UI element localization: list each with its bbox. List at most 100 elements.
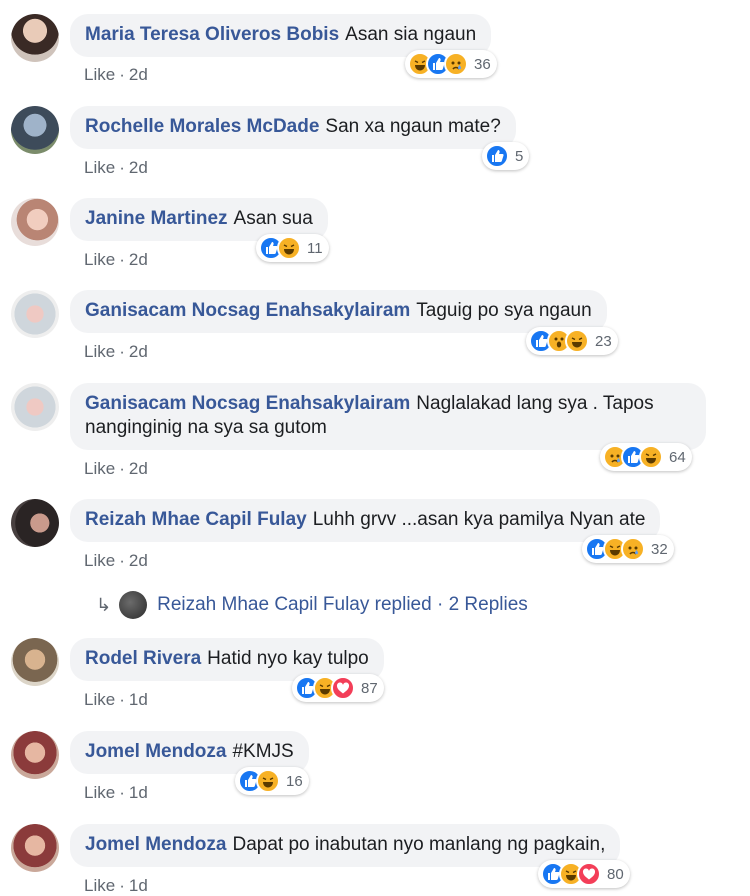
reaction-summary[interactable]: 87 — [292, 674, 384, 702]
replies-count: 2 Replies — [448, 594, 528, 615]
reaction-summary[interactable]: 80 — [538, 860, 630, 888]
comment-meta: Like · 2d — [84, 342, 148, 361]
reply-arrow-icon: ↳ — [96, 594, 112, 615]
reaction-icons — [238, 769, 280, 793]
comment-bubble: Ganisacam Nocsag Enahsakylairam Taguig po… — [70, 290, 607, 333]
timestamp[interactable]: 2d — [129, 65, 148, 84]
comment-author[interactable]: Rochelle Morales McDade — [85, 116, 319, 137]
comment-author[interactable]: Ganisacam Nocsag Enahsakylairam — [85, 300, 410, 321]
reaction-summary[interactable]: 16 — [235, 767, 309, 795]
avatar[interactable] — [11, 638, 59, 686]
sad-icon — [444, 52, 468, 76]
like-link[interactable]: Like — [84, 783, 115, 802]
reaction-icons — [529, 329, 589, 353]
replies-action: replied — [374, 594, 432, 615]
reaction-icons — [295, 676, 355, 700]
comment-text: #KMJS — [232, 741, 294, 762]
like-link[interactable]: Like — [84, 342, 115, 361]
comment-bubble: Rochelle Morales McDade San xa ngaun mate… — [70, 106, 516, 149]
reaction-icons — [541, 862, 601, 886]
comment-text: Hatid nyo kay tulpo — [207, 648, 369, 669]
reaction-summary[interactable]: 64 — [600, 443, 692, 471]
like-link[interactable]: Like — [84, 158, 115, 177]
comment-author[interactable]: Janine Martinez — [85, 208, 228, 229]
timestamp[interactable]: 1d — [129, 690, 148, 709]
comment-meta: Like · 1d — [84, 876, 148, 895]
like-link[interactable]: Like — [84, 690, 115, 709]
reaction-count: 80 — [607, 865, 624, 883]
avatar[interactable] — [11, 499, 59, 547]
reaction-icons — [603, 445, 663, 469]
comment-meta: Like · 2d — [84, 250, 148, 269]
comment-meta: Like · 1d — [84, 690, 148, 709]
reaction-summary[interactable]: 23 — [526, 327, 618, 355]
sad-icon — [621, 537, 645, 561]
reaction-count: 36 — [474, 55, 491, 73]
avatar[interactable] — [11, 14, 59, 62]
comment-author[interactable]: Ganisacam Nocsag Enahsakylairam — [85, 393, 410, 414]
reaction-count: 64 — [669, 448, 686, 466]
avatar[interactable] — [11, 383, 59, 431]
reaction-count: 11 — [307, 239, 323, 257]
comment-meta: Like · 2d — [84, 459, 148, 478]
like-link[interactable]: Like — [84, 459, 115, 478]
reaction-count: 87 — [361, 679, 378, 697]
avatar — [119, 591, 148, 619]
comment-meta: Like · 2d — [84, 65, 148, 84]
comment-text: Asan sia ngaun — [345, 24, 477, 45]
timestamp[interactable]: 2d — [129, 158, 148, 177]
reaction-count: 5 — [515, 147, 524, 165]
comment-author[interactable]: Reizah Mhae Capil Fulay — [85, 509, 307, 530]
comment-meta: Like · 2d — [84, 551, 148, 570]
heart-icon — [577, 862, 601, 886]
replies-separator: · — [436, 594, 444, 615]
reaction-icons — [585, 537, 645, 561]
reaction-summary[interactable]: 5 — [482, 142, 530, 170]
like-link[interactable]: Like — [84, 551, 115, 570]
timestamp[interactable]: 1d — [129, 876, 148, 895]
comment-text: Naglalakad lang sya . Tapos — [416, 393, 654, 414]
haha-icon — [639, 445, 663, 469]
comment-bubble: Jomel Mendoza Dapat po inabutan nyo manla… — [70, 824, 621, 867]
avatar[interactable] — [11, 731, 59, 779]
comment-text-line2: nanginginig na sya sa gutom — [85, 417, 327, 438]
timestamp[interactable]: 2d — [129, 342, 148, 361]
comment-text: Asan sua — [233, 208, 313, 229]
comment-meta: Like · 2d — [84, 158, 148, 177]
reaction-count: 32 — [651, 540, 668, 558]
comment-author[interactable]: Maria Teresa Oliveros Bobis — [85, 24, 339, 45]
heart-icon — [331, 676, 355, 700]
reaction-summary[interactable]: 32 — [582, 535, 674, 563]
reaction-icons — [485, 144, 509, 168]
comment-bubble: Reizah Mhae Capil Fulay Luhh grvv ...asan… — [70, 499, 661, 542]
timestamp[interactable]: 2d — [129, 459, 148, 478]
comment-bubble: Ganisacam Nocsag Enahsakylairam Naglalaka… — [70, 383, 706, 450]
timestamp[interactable]: 1d — [129, 783, 148, 802]
comment-text: Taguig po sya ngaun — [416, 300, 592, 321]
reaction-summary[interactable]: 11 — [256, 234, 329, 262]
reaction-summary[interactable]: 36 — [405, 50, 497, 78]
avatar[interactable] — [11, 106, 59, 154]
avatar[interactable] — [11, 824, 59, 872]
timestamp[interactable]: 2d — [129, 250, 148, 269]
view-replies-link[interactable]: ↳ Reizah Mhae Capil Fulay replied · 2 Re… — [96, 590, 528, 620]
avatar[interactable] — [11, 198, 59, 246]
comment-author[interactable]: Jomel Mendoza — [85, 834, 226, 855]
haha-icon — [256, 769, 280, 793]
reaction-count: 16 — [286, 772, 303, 790]
timestamp[interactable]: 2d — [129, 551, 148, 570]
replies-author: Reizah Mhae Capil Fulay — [157, 594, 370, 615]
like-link[interactable]: Like — [84, 250, 115, 269]
haha-icon — [277, 236, 301, 260]
comment-text: San xa ngaun mate? — [325, 116, 501, 137]
comment-meta: Like · 1d — [84, 783, 148, 802]
reaction-icons — [259, 236, 301, 260]
haha-icon — [565, 329, 589, 353]
comment-author[interactable]: Jomel Mendoza — [85, 741, 226, 762]
like-link[interactable]: Like — [84, 876, 115, 895]
like-link[interactable]: Like — [84, 65, 115, 84]
avatar[interactable] — [11, 290, 59, 338]
like-icon — [485, 144, 509, 168]
reaction-count: 23 — [595, 332, 612, 350]
comment-author[interactable]: Rodel Rivera — [85, 648, 201, 669]
